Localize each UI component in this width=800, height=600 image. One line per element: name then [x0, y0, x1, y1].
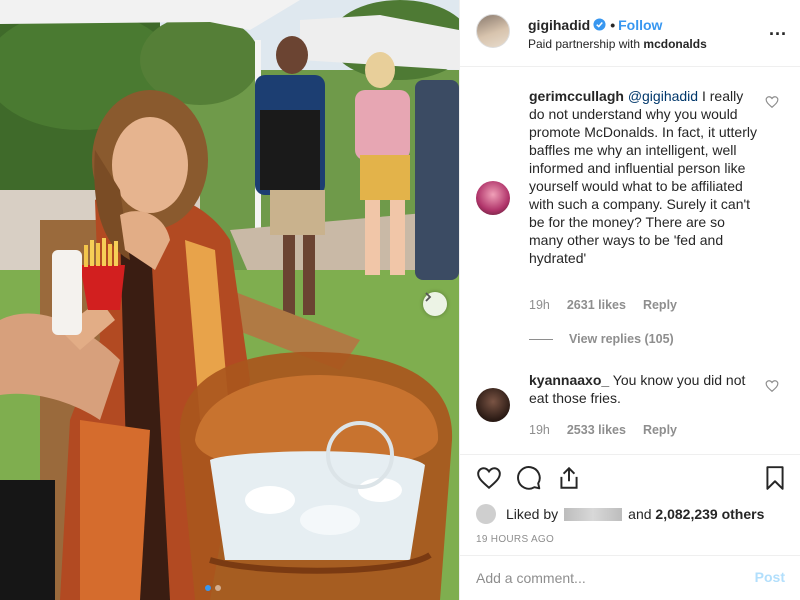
post-comment-button[interactable]: Post	[755, 569, 785, 585]
bookmark-icon[interactable]	[762, 465, 788, 491]
comment-body: I really do not understand why you would…	[529, 88, 757, 266]
like-comment-heart-icon[interactable]	[765, 95, 779, 109]
follow-button[interactable]: Follow	[618, 17, 662, 33]
add-comment-bar: Post	[460, 555, 800, 600]
liker-avatar[interactable]	[476, 504, 496, 524]
paid-partnership-label: Paid partnership with mcdonalds	[528, 37, 707, 51]
author-avatar[interactable]	[476, 14, 510, 48]
post-actions: Liked by and 2,082,239 others 19 HOURS A…	[460, 454, 800, 554]
likes-count[interactable]: 2,082,239 others	[655, 506, 764, 522]
comment-time[interactable]: 19h	[529, 298, 550, 312]
comment-likes[interactable]: 2533 likes	[567, 423, 626, 437]
next-photo-button[interactable]	[423, 292, 447, 316]
like-heart-icon[interactable]	[476, 465, 502, 491]
comment-time[interactable]: 19h	[529, 423, 550, 437]
comment-mention[interactable]: @gigihadid	[628, 88, 698, 104]
commenter-username[interactable]: gerimccullagh	[529, 88, 624, 104]
comment-bubble-icon[interactable]	[516, 465, 542, 491]
commenter-avatar[interactable]	[476, 388, 510, 422]
post-header: gigihadid • Follow Paid partnership with …	[460, 0, 800, 67]
comment-text: kyannaaxo_ You know you did not eat thos…	[529, 371, 759, 407]
comment-item: gerimccullagh @gigihadid I really do not…	[460, 68, 800, 358]
carousel-dots	[205, 585, 221, 591]
commenter-avatar[interactable]	[476, 181, 510, 215]
comment-text: gerimccullagh @gigihadid I really do not…	[529, 87, 759, 267]
comment-likes[interactable]: 2631 likes	[567, 298, 626, 312]
commenter-username[interactable]: kyannaaxo_	[529, 372, 609, 388]
share-icon[interactable]	[556, 465, 582, 491]
liked-by-prefix: Liked by	[506, 506, 559, 522]
chevron-right-icon	[425, 292, 432, 302]
header-separator: •	[610, 17, 616, 33]
verified-badge-icon	[593, 18, 606, 31]
partner-link[interactable]: mcdonalds	[643, 37, 706, 51]
author-line: gigihadid • Follow	[528, 17, 662, 33]
more-options-button[interactable]: ...	[769, 20, 787, 38]
view-replies-button[interactable]: View replies (105)	[529, 332, 674, 346]
author-username[interactable]: gigihadid	[528, 17, 590, 33]
carousel-dot-active	[205, 585, 211, 591]
liked-by-and: and	[628, 506, 652, 522]
comment-meta: 19h 2631 likes Reply	[529, 298, 677, 312]
redacted-username	[564, 507, 623, 521]
partnership-prefix: Paid partnership with	[528, 37, 641, 51]
comment-item: kyannaaxo_ You know you did not eat thos…	[460, 358, 800, 454]
comments-list: gerimccullagh @gigihadid I really do not…	[460, 68, 800, 454]
more-options-icon: ...	[768, 19, 787, 39]
post-timestamp[interactable]: 19 HOURS AGO	[476, 534, 554, 545]
post-photo[interactable]	[0, 0, 459, 600]
reply-button[interactable]: Reply	[643, 298, 677, 312]
liked-by-line: Liked by and 2,082,239 others	[476, 504, 764, 524]
carousel-dot	[215, 585, 221, 591]
reply-button[interactable]: Reply	[643, 423, 677, 437]
like-comment-heart-icon[interactable]	[765, 379, 779, 393]
add-comment-input[interactable]	[476, 568, 736, 588]
post-image	[0, 0, 459, 600]
comment-meta: 19h 2533 likes Reply	[529, 423, 677, 437]
post-panel: gigihadid • Follow Paid partnership with …	[459, 0, 800, 600]
